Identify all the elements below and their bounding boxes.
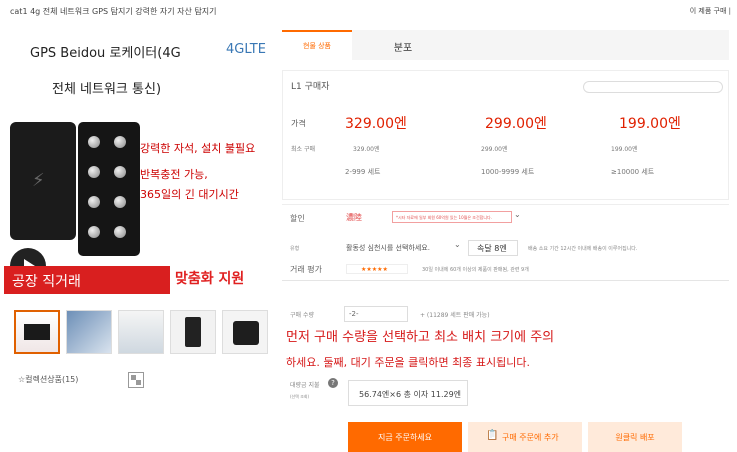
section-divider [282,280,729,281]
discount-section: 할인 濃陸 *시타 자료에 일부 회원 60억원 있는 10월은 조건합니다. … [282,204,729,264]
stock-note: + (11289 세트 판매 가능) [420,312,490,319]
bolt-icon: ⚡ [32,170,45,191]
collection-link[interactable]: ☆컬렉션상품(15) [18,374,78,385]
subprice-tier-2: 299.00엔 [481,146,508,153]
help-icon[interactable]: ? [328,378,338,388]
total-amount: 56.74엔×6 총 이자 11.29엔 [348,380,468,406]
discount-label: 할인 [290,214,305,223]
tab-distribution[interactable]: 분포 [368,30,438,60]
range-tier-1: 2-999 세트 [345,168,381,176]
magnet-base-image [78,122,140,256]
range-tier-2: 1000-9999 세트 [481,168,535,176]
rating-note: 30일 이내에 60개 이상의 제품이 판매됨, 관련 9개 [422,267,529,273]
spec-select[interactable]: 활동성 심천시를 선택하세요. [346,243,430,253]
feature-line-1: 강력한 자석, 설치 불필요 [140,142,256,155]
qty-label: 최소 구매 [291,146,315,153]
buy-this-product-link[interactable]: 이 제품 구매 | [690,6,731,16]
hero-headline-2: 전체 네트워크 통신) [52,82,162,97]
tab-spot-goods[interactable]: 현물 상품 [282,30,352,60]
price-box: L1 구매자 가격 329.00엔 299.00엔 199.00엔 최소 구매 … [282,70,729,200]
factory-direct-banner: 공장 직거래 [4,266,170,294]
product-title: cat1 4g 전체 네트워크 GPS 탐지기 강력한 자기 자산 탐지기 [10,7,217,16]
shipping-fee: 속달 8엔 [468,240,518,256]
total-label: 대량금 지불 [290,382,320,389]
price-tier-1: 329.00엔 [345,116,407,132]
top-bar: cat1 4g 전체 네트워크 GPS 탐지기 강력한 자기 자산 탐지기 이 … [0,0,737,22]
thumbnail[interactable] [118,310,164,354]
instruction-line-1: 먼저 구매 수량을 선택하고 최소 배치 크기에 주의 [286,330,555,345]
subprice-tier-3: 199.00엔 [611,146,638,153]
thumbnail[interactable] [222,310,268,354]
price-label: 가격 [291,119,306,128]
main-product-image: GPS Beidou 로케이터(4G 4GLTE 전체 네트워크 통신) ⚡ 강… [0,22,280,330]
add-to-order-label: 구매 주문에 추가 [502,433,559,442]
hero-headline-1: GPS Beidou 로케이터(4G [30,46,181,61]
buyer-level-pill [583,81,723,93]
feature-line-3: 365일의 긴 대기시간 [140,188,239,201]
instruction-line-2: 하세요. 둘째, 대기 주문을 클릭하면 최종 표시됩니다. [286,356,530,369]
one-click-distribute-button[interactable]: 원클릭 배포 [588,422,682,452]
add-to-order-button[interactable]: 📋 구매 주문에 추가 [468,422,582,452]
discount-note: *시타 자료에 일부 회원 60억원 있는 10월은 조건합니다. [392,211,512,223]
price-tier-3: 199.00엔 [619,116,681,132]
quantity-label: 구매 수량 [290,312,314,319]
subprice-tier-1: 329.00엔 [353,146,380,153]
purchase-panel: 현물 상품 분포 L1 구매자 가격 329.00엔 299.00엔 199.0… [282,22,737,452]
chevron-down-icon[interactable]: ⌄ [514,210,521,219]
hero-4g-tag: 4GLTE [226,42,266,57]
rating-label: 거래 평가 [290,265,322,274]
discount-value: 濃陸 [346,213,362,222]
price-tier-2: 299.00엔 [485,116,547,132]
spec-label: 유형 [290,246,300,252]
custom-support-banner: 맞춤화 지원 [175,271,245,287]
qr-code-icon[interactable] [128,372,144,388]
shipping-note: 배송 소요 기간 12시간 이내에 배송이 이루어집니다. [528,246,638,252]
quantity-stepper[interactable]: -2- [344,306,408,322]
feature-line-2: 반복충전 가능, [140,168,208,181]
rating-stars: ★★★★★ [346,264,408,274]
product-media-panel: GPS Beidou 로케이터(4G 4GLTE 전체 네트워크 통신) ⚡ 강… [0,22,280,452]
total-sub: (선택 조회) [290,394,310,399]
thumbnail[interactable] [170,310,216,354]
clipboard-icon: 📋 [486,430,499,441]
thumbnail[interactable] [66,310,112,354]
thumbnail[interactable] [14,310,60,354]
thumbnail-strip [14,310,268,354]
order-now-button[interactable]: 지금 주문하세요 [348,422,462,452]
tab-bar: 현물 상품 분포 [282,30,729,60]
range-tier-3: ≥10000 세트 [611,168,655,176]
chevron-down-icon[interactable]: ⌄ [454,240,461,249]
buyer-level-label: L1 구매자 [291,82,330,92]
